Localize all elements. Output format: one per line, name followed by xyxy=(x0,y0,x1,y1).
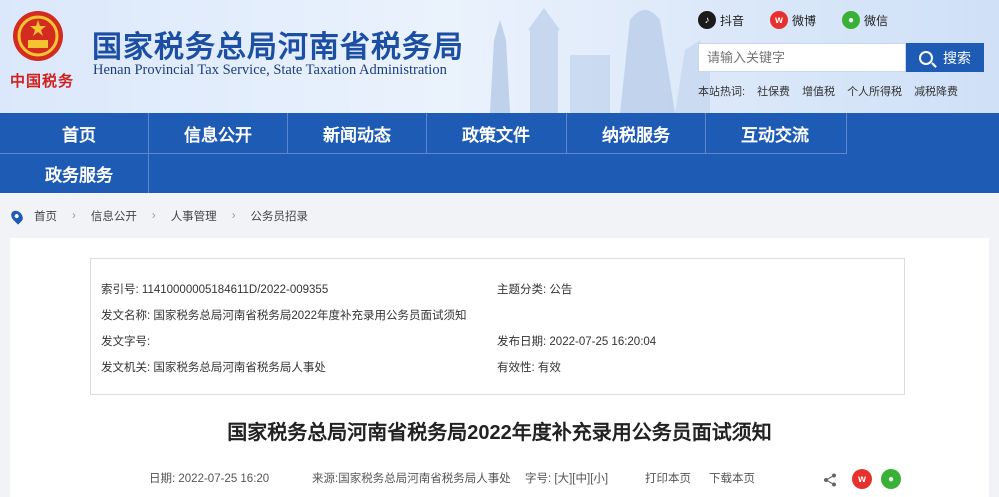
nav-item-gov-service[interactable]: 政务服务 xyxy=(10,153,148,193)
meta-doc-number: 发文字号: xyxy=(101,333,150,349)
nav-item-policy[interactable]: 政策文件 xyxy=(427,113,565,153)
meta-publish-date-value: 2022-07-25 16:20:04 xyxy=(549,336,657,348)
document-meta-table: 索引号: 11410000005184611D/2022-009355 主题分类… xyxy=(90,258,905,395)
douyin-link[interactable]: ♪ 抖音 xyxy=(698,11,744,29)
weibo-icon: w xyxy=(770,11,788,29)
breadcrumb: 首页 › 信息公开 › 人事管理 › 公务员招录 xyxy=(8,207,309,225)
breadcrumb-separator: › xyxy=(151,210,156,222)
main-nav: 首页 信息公开 新闻动态 政策文件 纳税服务 互动交流 政务服务 xyxy=(0,113,999,193)
location-pin-icon xyxy=(8,207,26,225)
nav-item-news[interactable]: 新闻动态 xyxy=(288,113,426,153)
nav-item-interaction[interactable]: 互动交流 xyxy=(706,113,844,153)
meta-doc-name-label: 发文名称: xyxy=(101,310,151,322)
hot-word-link[interactable]: 增值税 xyxy=(802,83,835,99)
hot-word-link[interactable]: 社保费 xyxy=(757,83,790,99)
breadcrumb-home[interactable]: 首页 xyxy=(34,208,57,224)
douyin-icon: ♪ xyxy=(698,11,716,29)
meta-index: 索引号: 11410000005184611D/2022-009355 xyxy=(101,281,328,297)
hot-word-link[interactable]: 减税降费 xyxy=(914,83,958,99)
site-header: 中国税务 国家税务总局河南省税务局 Henan Provincial Tax S… xyxy=(0,0,999,113)
breadcrumb-separator: › xyxy=(72,210,76,222)
article-title: 国家税务总局河南省税务局2022年度补充录用公务员面试须知 xyxy=(227,422,772,444)
weibo-link[interactable]: w 微博 xyxy=(770,11,816,29)
wechat-label: 微信 xyxy=(864,13,889,28)
national-emblem-icon xyxy=(13,11,63,61)
nav-divider xyxy=(148,153,149,193)
meta-doc-name-value: 国家税务总局河南省税务局2022年度补充录用公务员面试须知 xyxy=(153,310,467,322)
font-size-medium[interactable]: [中] xyxy=(572,473,590,485)
font-size-label: 字号: xyxy=(525,473,552,485)
meta-index-label: 索引号: xyxy=(101,284,139,296)
brand-script-logo: 中国税务 xyxy=(10,72,75,90)
search-button[interactable]: 搜索 xyxy=(906,43,984,72)
meta-issuing-org: 发文机关: 国家税务总局河南省税务局人事处 xyxy=(101,359,326,375)
wechat-icon: ● xyxy=(842,11,860,29)
breadcrumb-separator: › xyxy=(231,210,236,222)
meta-topic-label: 主题分类: xyxy=(497,284,547,296)
hot-word-link[interactable]: 个人所得税 xyxy=(847,83,902,99)
meta-index-value: 11410000005184611D/2022-009355 xyxy=(141,284,329,296)
meta-topic: 主题分类: 公告 xyxy=(497,281,572,297)
meta-validity-value: 有效 xyxy=(537,362,561,374)
article-date: 日期: 2022-07-25 16:20 xyxy=(149,473,270,485)
share-icon[interactable] xyxy=(823,473,837,487)
skyline-illustration xyxy=(490,8,710,113)
meta-doc-number-label: 发文字号: xyxy=(101,336,151,348)
nav-item-home[interactable]: 首页 xyxy=(10,113,148,153)
font-size-large[interactable]: [大] xyxy=(554,473,572,485)
article-source: 来源:国家税务总局河南省税务局人事处 xyxy=(312,473,511,485)
nav-divider xyxy=(846,113,847,153)
font-size-control: 字号: [大][中][小] xyxy=(525,470,608,486)
download-link[interactable]: 下载本页 xyxy=(709,470,755,486)
meta-issuing-org-label: 发文机关: xyxy=(101,362,151,374)
meta-validity: 有效性: 有效 xyxy=(497,359,561,375)
breadcrumb-info-disclosure[interactable]: 信息公开 xyxy=(91,208,137,224)
meta-issuing-org-value: 国家税务总局河南省税务局人事处 xyxy=(153,362,326,374)
weibo-label: 微博 xyxy=(792,13,817,28)
site-title-en: Henan Provincial Tax Service, State Taxa… xyxy=(93,62,447,78)
meta-validity-label: 有效性: xyxy=(497,362,535,374)
douyin-label: 抖音 xyxy=(720,13,745,28)
breadcrumb-recruitment[interactable]: 公务员招录 xyxy=(251,208,309,224)
nav-item-info-disclosure[interactable]: 信息公开 xyxy=(149,113,287,153)
site-title[interactable]: 国家税务总局河南省税务局 xyxy=(92,22,464,66)
wechat-link[interactable]: ● 微信 xyxy=(842,11,888,29)
nav-item-tax-service[interactable]: 纳税服务 xyxy=(567,113,705,153)
hot-words: 本站热词: 社保费 增值税 个人所得税 减税降费 xyxy=(698,83,970,99)
search-icon xyxy=(919,50,933,65)
print-link[interactable]: 打印本页 xyxy=(645,470,691,486)
meta-publish-date: 发布日期: 2022-07-25 16:20:04 xyxy=(497,333,656,349)
search-button-label: 搜索 xyxy=(943,49,971,66)
breadcrumb-personnel[interactable]: 人事管理 xyxy=(171,208,217,224)
meta-publish-date-label: 发布日期: xyxy=(497,336,547,348)
article-panel: 索引号: 11410000005184611D/2022-009355 主题分类… xyxy=(10,238,989,497)
hot-words-label: 本站热词: xyxy=(698,86,746,98)
meta-topic-value: 公告 xyxy=(549,284,573,296)
font-size-small[interactable]: [小] xyxy=(590,473,608,485)
meta-doc-name: 发文名称: 国家税务总局河南省税务局2022年度补充录用公务员面试须知 xyxy=(101,307,467,323)
share-wechat-icon[interactable]: ● xyxy=(881,469,901,489)
search-input[interactable] xyxy=(698,43,906,72)
share-weibo-icon[interactable]: w xyxy=(852,469,872,489)
